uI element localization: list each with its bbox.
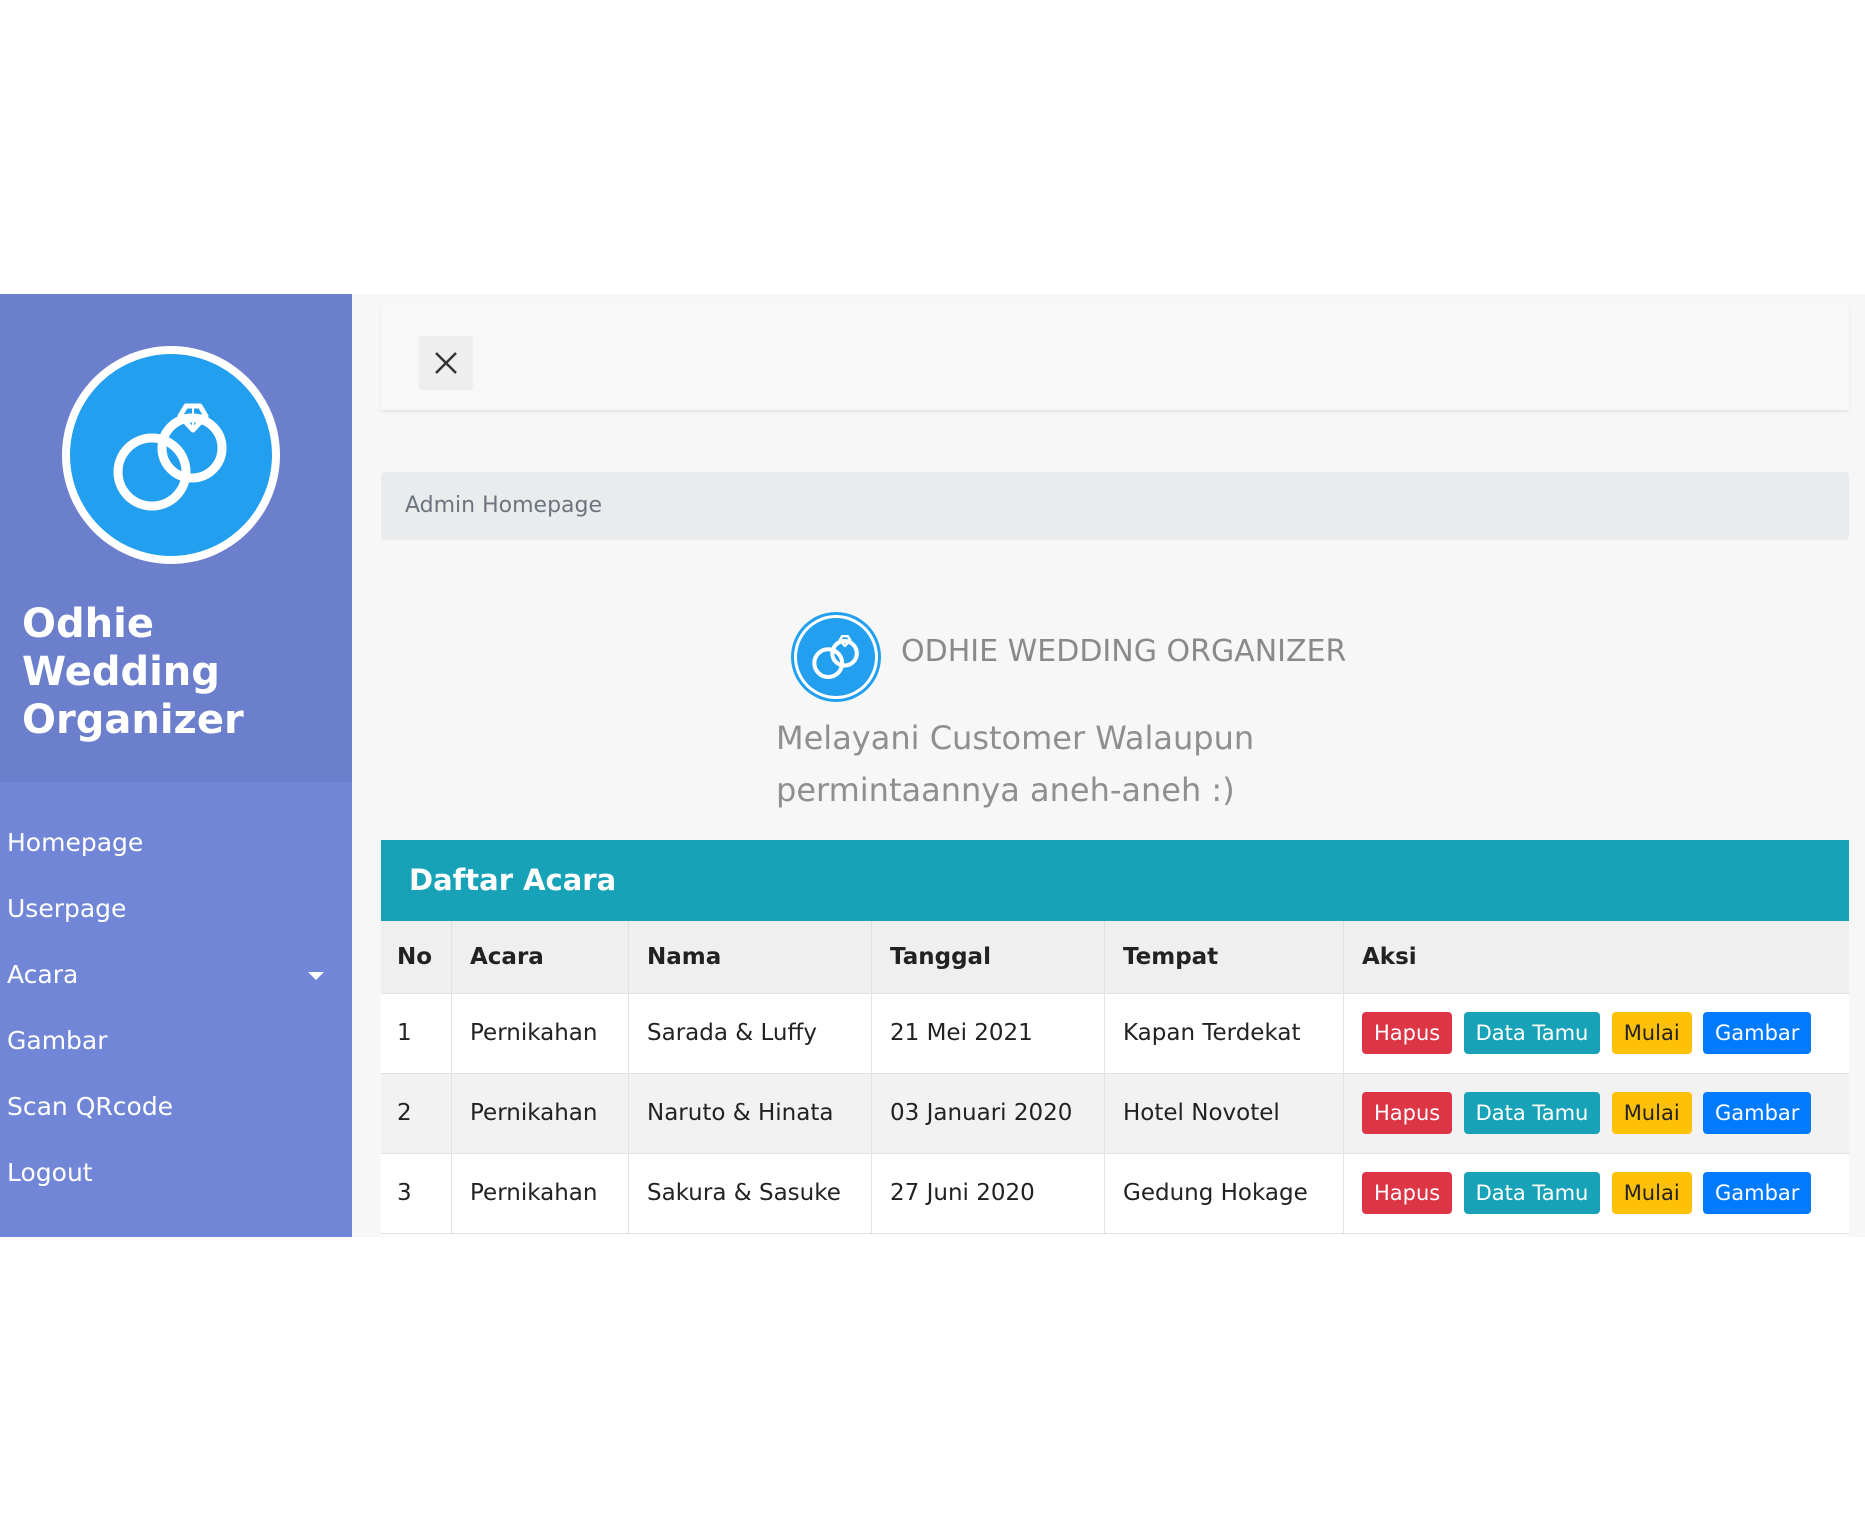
start-button[interactable]: Mulai [1611,1172,1692,1214]
delete-button[interactable]: Hapus [1362,1012,1453,1054]
brand-title: Odhie Wedding Organizer [22,600,342,744]
column-header-tempat: Tempat [1104,921,1344,994]
hero-logo [791,612,881,702]
cell-no: 1 [381,993,452,1073]
images-button[interactable]: Gambar [1702,1092,1812,1134]
sidebar-item-label: Acara [7,960,79,989]
events-card: Daftar Acara No Acara Nama Tanggal Tempa… [381,840,1849,1237]
sidebar-item-label: Scan QRcode [7,1092,174,1121]
wedding-rings-icon [812,634,859,680]
top-navbar [381,304,1849,410]
cell-tanggal: 27 Juni 2020 [871,1153,1105,1233]
sidebar-item-logout[interactable]: Logout [0,1140,352,1206]
sidebar: Odhie Wedding Organizer Homepage Userpag… [0,294,352,1237]
cell-nama: Sarada & Luffy [628,993,872,1073]
breadcrumb: Admin Homepage [381,472,1849,540]
hero-tagline-line: permintaannya aneh-aneh :) [776,771,1235,809]
table-row: 3 Pernikahan Sakura & Sasuke 27 Juni 202… [381,1153,1849,1233]
delete-button[interactable]: Hapus [1362,1092,1453,1134]
guest-data-button[interactable]: Data Tamu [1463,1012,1601,1054]
caret-down-icon [308,972,324,980]
breadcrumb-item: Admin Homepage [405,493,603,518]
sidebar-item-label: Logout [7,1158,93,1187]
cell-aksi: Hapus Data Tamu Mulai Gambar [1344,1073,1850,1153]
hero-title: ODHIE WEDDING ORGANIZER [901,634,1347,669]
cell-no: 3 [381,1153,452,1233]
cell-tempat: Kapan Terdekat [1104,993,1344,1073]
cell-nama: Sakura & Sasuke [628,1153,872,1233]
sidebar-header: Odhie Wedding Organizer [0,294,352,782]
events-card-title: Daftar Acara [409,863,617,897]
sidebar-item-homepage[interactable]: Homepage [0,810,352,876]
wedding-rings-icon [113,403,227,511]
sidebar-item-userpage[interactable]: Userpage [0,876,352,942]
cell-tempat: Gedung Hokage [1104,1153,1344,1233]
brand-title-line: Wedding [22,649,220,695]
sidebar-item-gambar[interactable]: Gambar [0,1008,352,1074]
app-window: Odhie Wedding Organizer Homepage Userpag… [0,294,1865,1237]
cell-acara: Pernikahan [451,993,629,1073]
sidebar-nav: Homepage Userpage Acara Gambar Scan QRco… [0,810,352,1206]
sidebar-toggle-button[interactable] [419,336,473,390]
cell-aksi: Hapus Data Tamu Mulai Gambar [1344,993,1850,1073]
close-icon [435,352,457,374]
cell-acara: Pernikahan [451,1153,629,1233]
cell-acara: Pernikahan [451,1073,629,1153]
sidebar-item-label: Gambar [7,1026,108,1055]
cell-tanggal: 03 Januari 2020 [871,1073,1105,1153]
table-row: 1 Pernikahan Sarada & Luffy 21 Mei 2021 … [381,993,1849,1073]
guest-data-button[interactable]: Data Tamu [1463,1172,1601,1214]
start-button[interactable]: Mulai [1611,1012,1692,1054]
cell-tempat: Hotel Novotel [1104,1073,1344,1153]
column-header-aksi: Aksi [1343,921,1849,994]
column-header-tanggal: Tanggal [871,921,1105,994]
column-header-no: No [381,921,452,994]
hero-tagline: Melayani Customer Walaupun permintaannya… [776,712,1316,816]
hero-tagline-line: Melayani Customer Walaupun [776,719,1255,757]
sidebar-item-label: Userpage [7,894,127,923]
events-card-header: Daftar Acara [381,840,1849,921]
events-table: No Acara Nama Tanggal Tempat Aksi 1 Pern… [381,921,1849,1234]
column-header-acara: Acara [451,921,629,994]
sidebar-item-label: Homepage [7,828,144,857]
cell-tanggal: 21 Mei 2021 [871,993,1105,1073]
brand-title-line: Odhie [22,601,154,647]
column-header-nama: Nama [628,921,872,994]
cell-no: 2 [381,1073,452,1153]
delete-button[interactable]: Hapus [1362,1172,1453,1214]
sidebar-item-acara[interactable]: Acara [0,942,352,1008]
table-row: 2 Pernikahan Naruto & Hinata 03 Januari … [381,1073,1849,1153]
guest-data-button[interactable]: Data Tamu [1463,1092,1601,1134]
images-button[interactable]: Gambar [1702,1172,1812,1214]
table-header-row: No Acara Nama Tanggal Tempat Aksi [381,921,1849,994]
sidebar-item-scan-qrcode[interactable]: Scan QRcode [0,1074,352,1140]
images-button[interactable]: Gambar [1702,1012,1812,1054]
start-button[interactable]: Mulai [1611,1092,1692,1134]
cell-aksi: Hapus Data Tamu Mulai Gambar [1344,1153,1850,1233]
brand-title-line: Organizer [22,697,244,743]
cell-nama: Naruto & Hinata [628,1073,872,1153]
brand-logo [62,346,280,564]
